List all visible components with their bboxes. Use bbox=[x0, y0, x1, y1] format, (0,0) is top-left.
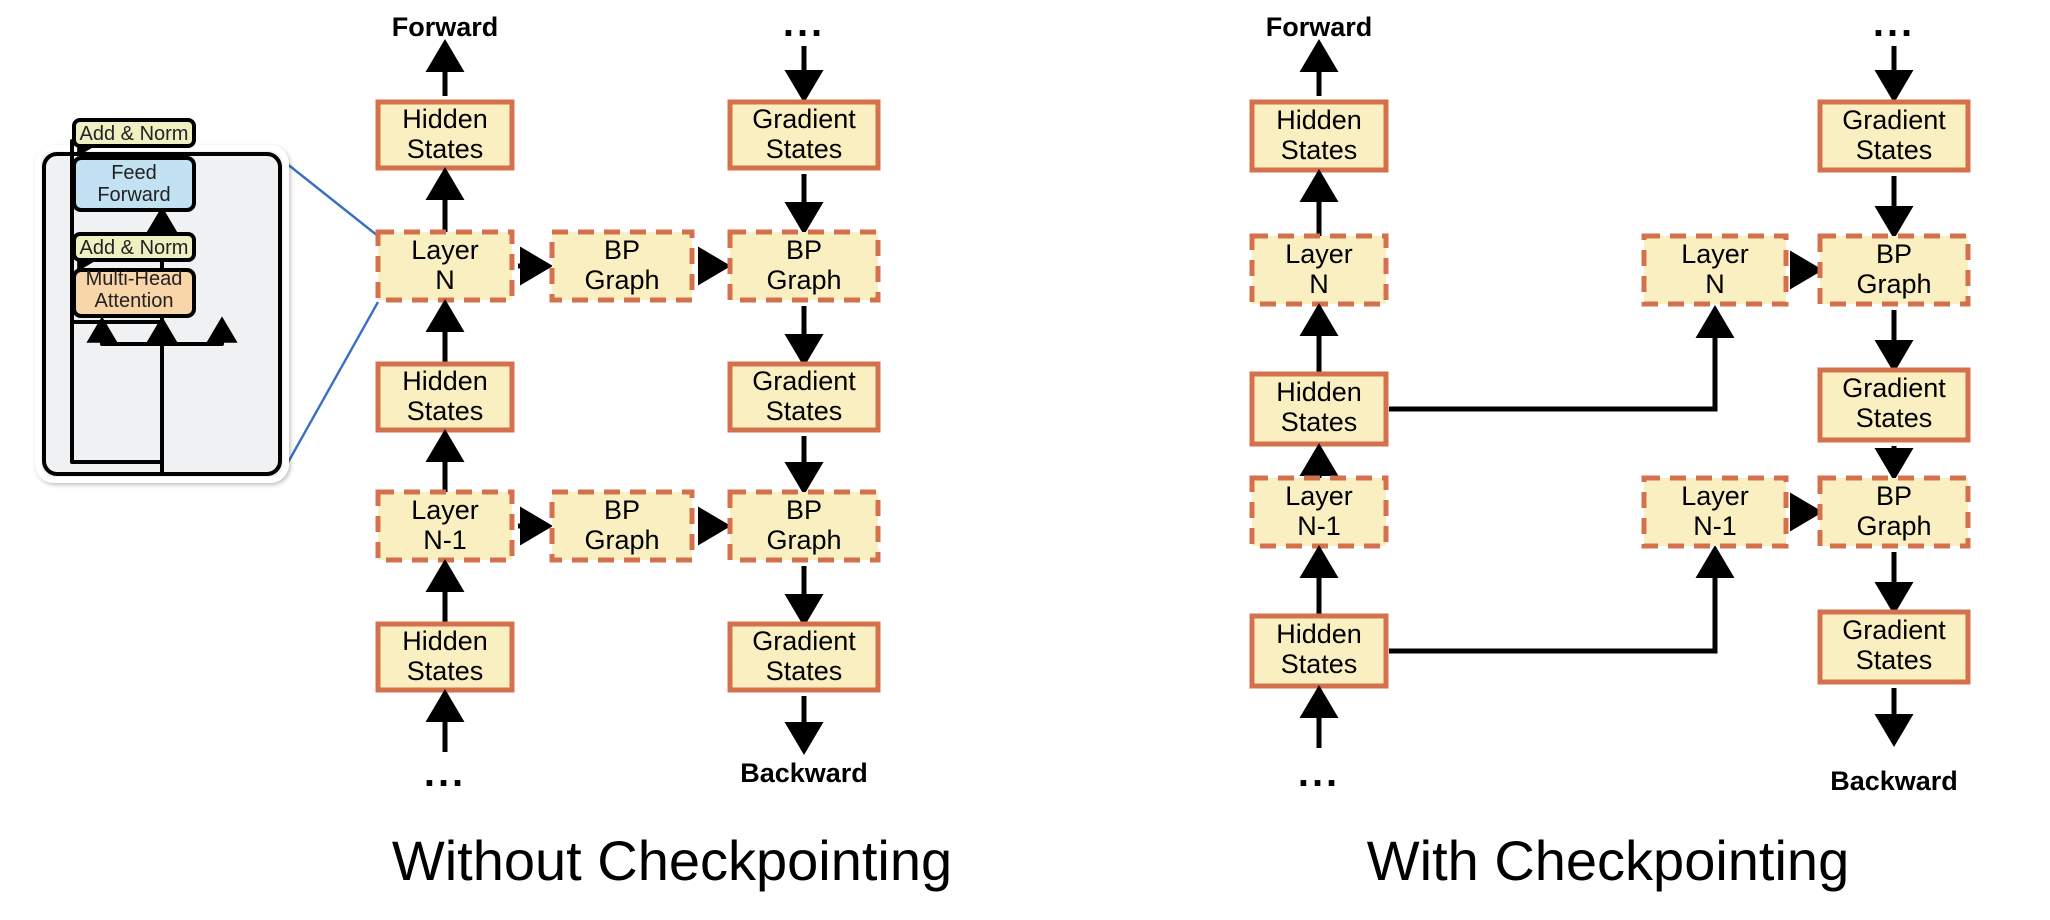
layer-n-left-line2: N bbox=[435, 265, 455, 295]
backward-label-left: Backward bbox=[740, 758, 868, 788]
hidden-states-bottom-left-line1: Hidden bbox=[402, 626, 488, 656]
ellipsis-bottom-right: ... bbox=[1298, 751, 1340, 795]
layer-n-minus-1-right-line1: Layer bbox=[1285, 481, 1353, 511]
forward-label-left: Forward bbox=[392, 12, 499, 42]
diagram-root: Multi-Head Attention Add & Norm Feed For… bbox=[0, 0, 2050, 920]
hidden-states-bottom-right-line2: States bbox=[1281, 649, 1358, 679]
gradient-states-top-left-line1: Gradient bbox=[752, 104, 856, 134]
add-norm-lower-label: Add & Norm bbox=[80, 237, 189, 259]
hidden-states-top-right-line2: States bbox=[1281, 135, 1358, 165]
gradient-states-bottom-left-line1: Gradient bbox=[752, 626, 856, 656]
caption-with-checkpointing: With Checkpointing bbox=[1367, 829, 1849, 892]
gradient-states-mid-left-line2: States bbox=[766, 396, 843, 426]
bp-graph-right-n-left-line1: BP bbox=[786, 235, 822, 265]
bp-graph-right-n-1-left-line2: Graph bbox=[766, 525, 841, 555]
hidden-states-top-left-line1: Hidden bbox=[402, 104, 488, 134]
bp-graph-mid-n-1-left-line2: Graph bbox=[584, 525, 659, 555]
gradient-states-top-left-line2: States bbox=[766, 134, 843, 164]
layer-n-right-line1: Layer bbox=[1285, 239, 1353, 269]
layer-n-minus-1-right-line2: N-1 bbox=[1297, 511, 1341, 541]
gradient-states-top-right-line1: Gradient bbox=[1842, 105, 1946, 135]
gradient-states-bottom-left-line2: States bbox=[766, 656, 843, 686]
ellipsis-bottom-left: ... bbox=[424, 751, 466, 795]
bp-graph-mid-n-left-line2: Graph bbox=[584, 265, 659, 295]
add-norm-upper-label: Add & Norm bbox=[80, 123, 189, 145]
ellipsis-top-left-backward: ... bbox=[783, 1, 825, 45]
bp-graph-n-right-line1: BP bbox=[1876, 239, 1912, 269]
hidden-states-top-right-line1: Hidden bbox=[1276, 105, 1362, 135]
checkpointing-diagram: Multi-Head Attention Add & Norm Feed For… bbox=[0, 0, 2050, 920]
layer-n-left-line1: Layer bbox=[411, 235, 479, 265]
hidden-states-bottom-left-line2: States bbox=[407, 656, 484, 686]
hidden-states-mid-right-line2: States bbox=[1281, 407, 1358, 437]
layer-n-minus-1-left-line2: N-1 bbox=[423, 525, 467, 555]
recompute-layer-n-line1: Layer bbox=[1681, 239, 1749, 269]
layer-n-right-line2: N bbox=[1309, 269, 1329, 299]
feed-forward-label-line2: Forward bbox=[97, 184, 170, 206]
gradient-states-bottom-right-line1: Gradient bbox=[1842, 615, 1946, 645]
hidden-states-top-left-line2: States bbox=[407, 134, 484, 164]
forward-label-right: Forward bbox=[1266, 12, 1373, 42]
hidden-states-bottom-right-line1: Hidden bbox=[1276, 619, 1362, 649]
recompute-layer-n-1-line1: Layer bbox=[1681, 481, 1749, 511]
bp-graph-n-1-right-line2: Graph bbox=[1856, 511, 1931, 541]
layer-n-minus-1-left-line1: Layer bbox=[411, 495, 479, 525]
bp-graph-mid-n-left-line1: BP bbox=[604, 235, 640, 265]
backward-label-right: Backward bbox=[1830, 766, 1958, 796]
bp-graph-n-1-right-line1: BP bbox=[1876, 481, 1912, 511]
bp-graph-mid-n-1-left-line1: BP bbox=[604, 495, 640, 525]
gradient-states-top-right-line2: States bbox=[1856, 135, 1933, 165]
bp-graph-right-n-left-line2: Graph bbox=[766, 265, 841, 295]
gradient-states-mid-right-line1: Gradient bbox=[1842, 373, 1946, 403]
recompute-layer-n-1-line2: N-1 bbox=[1693, 511, 1737, 541]
gradient-states-bottom-right-line2: States bbox=[1856, 645, 1933, 675]
canvas-background bbox=[0, 0, 2050, 920]
gradient-states-mid-right-line2: States bbox=[1856, 403, 1933, 433]
gradient-states-mid-left-line1: Gradient bbox=[752, 366, 856, 396]
hidden-states-mid-left-line1: Hidden bbox=[402, 366, 488, 396]
caption-without-checkpointing: Without Checkpointing bbox=[392, 829, 952, 892]
ellipsis-top-right-backward: ... bbox=[1873, 1, 1915, 45]
feed-forward-label-line1: Feed bbox=[111, 162, 157, 184]
multi-head-attention-label-line2: Attention bbox=[95, 290, 174, 312]
multi-head-attention-label-line1: Multi-Head bbox=[86, 268, 183, 290]
hidden-states-mid-left-line2: States bbox=[407, 396, 484, 426]
hidden-states-mid-right-line1: Hidden bbox=[1276, 377, 1362, 407]
bp-graph-right-n-1-left-line1: BP bbox=[786, 495, 822, 525]
bp-graph-n-right-line2: Graph bbox=[1856, 269, 1931, 299]
recompute-layer-n-line2: N bbox=[1705, 269, 1725, 299]
